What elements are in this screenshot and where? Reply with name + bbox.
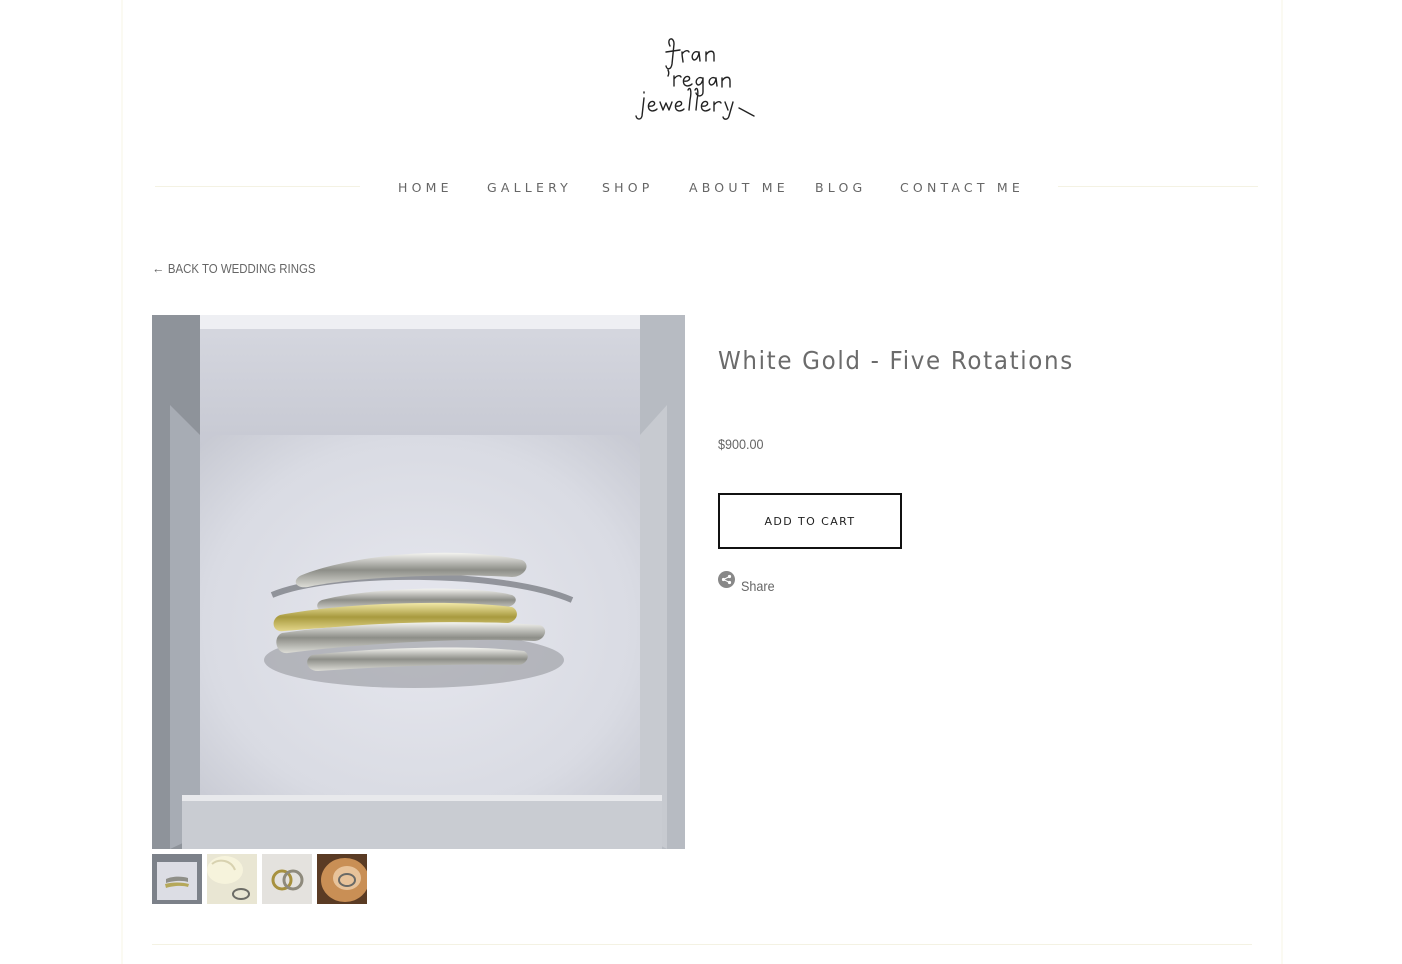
thumbnail-ring-on-shell[interactable] (317, 854, 367, 904)
product-title: White Gold - Five Rotations (718, 346, 1074, 375)
thumbnail-ring-in-box[interactable] (152, 854, 202, 904)
frame-border-right (1281, 0, 1283, 964)
nav-item-about-me[interactable]: ABOUT ME (689, 180, 789, 195)
nav-item-home[interactable]: HOME (398, 180, 453, 195)
page: HOME GALLERY SHOP ABOUT ME BLOG CONTACT … (0, 0, 1402, 964)
nav-item-shop[interactable]: SHOP (602, 180, 654, 195)
arrow-left-icon: ← (152, 260, 165, 276)
two-rings-thumb-icon (262, 854, 312, 904)
ring-with-rose-thumb-icon (207, 854, 257, 904)
nav-divider-left (155, 186, 360, 187)
back-to-wedding-rings-link[interactable]: ← BACK TO WEDDING RINGS (152, 260, 316, 276)
footer-divider (152, 944, 1252, 945)
share-icon (718, 570, 735, 588)
ring-in-box-thumb-icon (152, 854, 202, 904)
share-label: Share (741, 578, 775, 594)
back-link-label: BACK TO WEDDING RINGS (167, 260, 316, 276)
nav-item-contact-me[interactable]: CONTACT ME (900, 180, 1024, 195)
nav-item-gallery[interactable]: GALLERY (487, 180, 572, 195)
product-thumbnails (152, 854, 367, 904)
ring-in-box-image (152, 315, 685, 849)
product-price: $900.00 (718, 436, 764, 452)
thumbnail-two-rings[interactable] (262, 854, 312, 904)
site-logo[interactable] (622, 30, 772, 130)
logo-handwriting (635, 38, 755, 120)
nav-item-blog[interactable]: BLOG (815, 180, 866, 195)
product-main-image[interactable] (152, 315, 685, 849)
share-button[interactable]: Share (718, 570, 778, 594)
thumbnail-ring-with-rose[interactable] (207, 854, 257, 904)
frame-border-left (121, 0, 123, 964)
nav-divider-right (1058, 186, 1258, 187)
ring-on-shell-thumb-icon (317, 854, 367, 904)
add-to-cart-button[interactable]: ADD TO CART (718, 493, 902, 549)
